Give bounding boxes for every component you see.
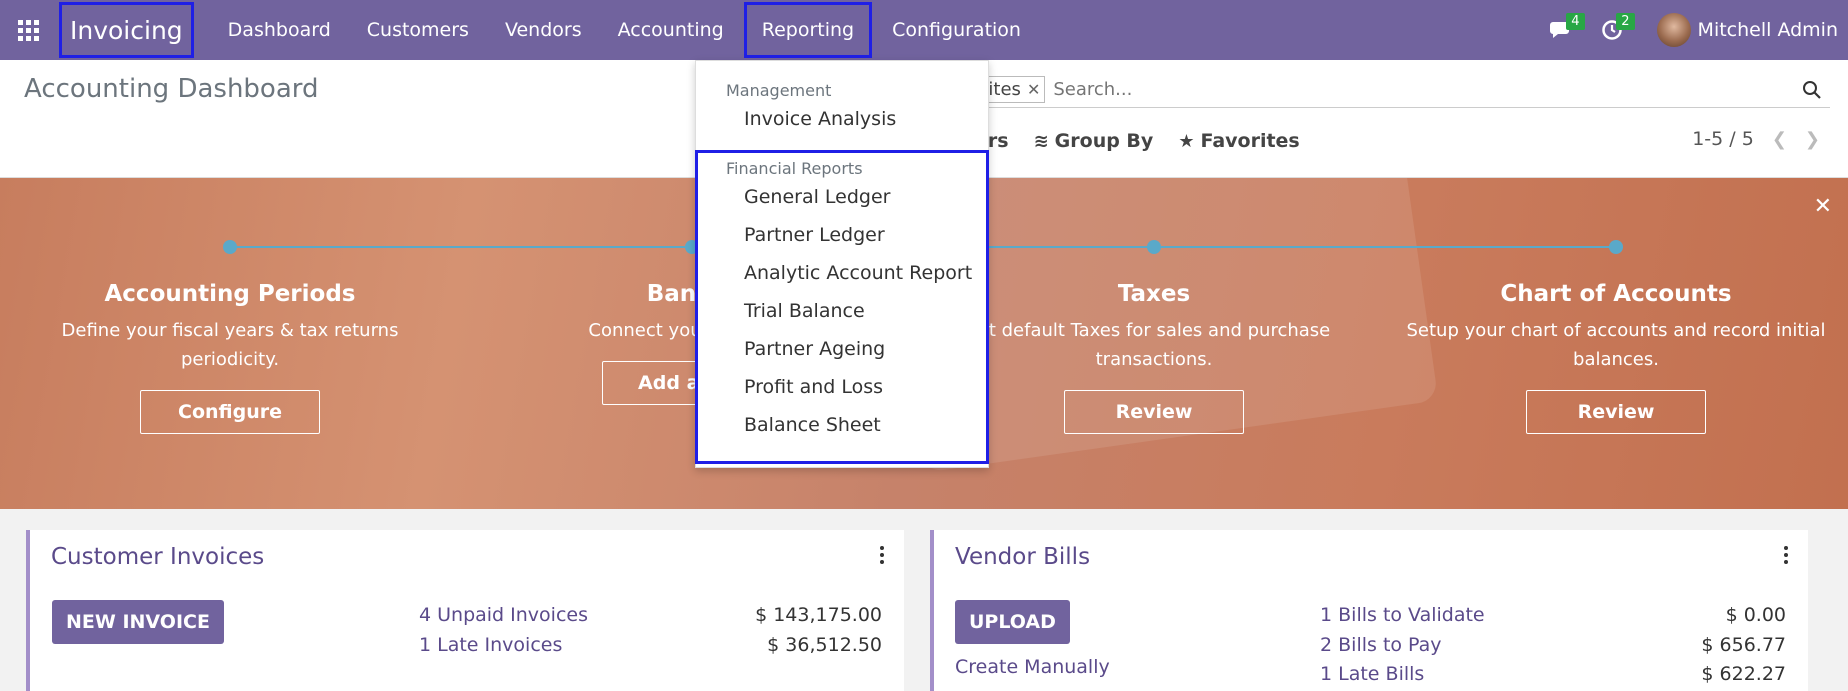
late-bills-amount: $ 622.27: [1701, 663, 1786, 685]
review-taxes-button[interactable]: Review: [1064, 390, 1244, 434]
step-description: et default Taxes for sales and purchase …: [977, 320, 1331, 370]
search-options: ers ≋ Group By ★ Favorites: [975, 130, 1325, 152]
activities-button[interactable]: 2: [1587, 0, 1637, 60]
layers-icon: ≋: [1033, 130, 1049, 152]
review-accounts-button[interactable]: Review: [1526, 390, 1706, 434]
new-invoice-button[interactable]: NEW INVOICE: [52, 600, 224, 644]
step-chart-of-accounts: Chart of Accounts Setup your chart of ac…: [1386, 240, 1846, 434]
step-title: Taxes: [1117, 281, 1191, 307]
pager-previous-icon[interactable]: ❮: [1772, 129, 1787, 150]
search-bar: orites ✕: [965, 72, 1830, 108]
create-manually-link[interactable]: Create Manually: [955, 656, 1110, 678]
step-title: Accounting Periods: [104, 281, 356, 307]
unpaid-invoices-amount: $ 143,175.00: [755, 604, 882, 626]
pager: 1-5 / 5 ❮ ❯: [1692, 128, 1820, 150]
bills-to-validate-link[interactable]: 1 Bills to Validate: [1320, 604, 1485, 626]
late-invoices-link[interactable]: 1 Late Invoices: [419, 634, 562, 656]
menu-dashboard[interactable]: Dashboard: [210, 0, 349, 60]
search-icon[interactable]: [1794, 80, 1830, 100]
search-input[interactable]: [1053, 79, 1794, 100]
card-options-icon[interactable]: [1784, 546, 1788, 564]
step-taxes: Taxes et default Taxes for sales and pur…: [924, 240, 1384, 434]
messages-button[interactable]: 4: [1537, 0, 1587, 60]
card-title[interactable]: Customer Invoices: [51, 544, 264, 570]
reporting-dropdown: Management Invoice Analysis Financial Re…: [695, 60, 989, 468]
group-by-button[interactable]: ≋ Group By: [1034, 130, 1154, 152]
menu-vendors[interactable]: Vendors: [487, 0, 600, 60]
activities-badge: 2: [1616, 13, 1635, 30]
menu-configuration[interactable]: Configuration: [874, 0, 1039, 60]
menu-reporting[interactable]: Reporting: [743, 2, 873, 58]
financial-reports-highlight: [695, 150, 989, 464]
favorites-label: Favorites: [1200, 130, 1300, 152]
messages-badge: 4: [1566, 13, 1585, 30]
late-invoices-amount: $ 36,512.50: [767, 634, 882, 656]
bills-to-validate-amount: $ 0.00: [1725, 604, 1786, 626]
step-description: Setup your chart of accounts and record …: [1406, 320, 1826, 370]
pager-next-icon[interactable]: ❯: [1805, 129, 1820, 150]
step-title: Chart of Accounts: [1500, 281, 1732, 307]
step-accounting-periods: Accounting Periods Define your fiscal ye…: [0, 240, 460, 434]
customer-invoices-card: Customer Invoices NEW INVOICE 4 Unpaid I…: [26, 530, 904, 691]
menu-customers[interactable]: Customers: [349, 0, 487, 60]
star-icon: ★: [1178, 130, 1195, 152]
page-title: Accounting Dashboard: [24, 74, 319, 104]
pager-value[interactable]: 1-5 / 5: [1692, 128, 1754, 150]
favorites-button[interactable]: ★ Favorites: [1178, 130, 1299, 152]
step-description: Define your fiscal years & tax returns p…: [61, 320, 399, 370]
card-title[interactable]: Vendor Bills: [955, 544, 1090, 570]
card-options-icon[interactable]: [880, 546, 884, 564]
apps-menu-icon[interactable]: [0, 0, 56, 60]
late-bills-link[interactable]: 1 Late Bills: [1320, 663, 1424, 685]
navbar-systray: 4 2 Mitchell Admin: [1537, 0, 1848, 60]
user-avatar[interactable]: [1656, 13, 1691, 47]
menu-accounting[interactable]: Accounting: [600, 0, 742, 60]
facet-remove-icon[interactable]: ✕: [1027, 80, 1040, 99]
step-dot: [1609, 240, 1623, 254]
main-menu: Dashboard Customers Vendors Accounting R…: [210, 0, 1039, 60]
step-dot: [223, 240, 237, 254]
management-header: Management: [726, 81, 832, 100]
vendor-bills-card: Vendor Bills UPLOAD Create Manually 1 Bi…: [930, 530, 1808, 691]
step-dot: [1147, 240, 1161, 254]
user-name[interactable]: Mitchell Admin: [1698, 19, 1838, 41]
menu-invoice-analysis[interactable]: Invoice Analysis: [696, 100, 988, 138]
unpaid-invoices-link[interactable]: 4 Unpaid Invoices: [419, 604, 588, 626]
bills-to-pay-link[interactable]: 2 Bills to Pay: [1320, 634, 1442, 656]
bills-to-pay-amount: $ 656.77: [1701, 634, 1786, 656]
group-by-label: Group By: [1054, 130, 1154, 152]
close-icon[interactable]: ✕: [1814, 194, 1832, 219]
upload-button[interactable]: UPLOAD: [955, 600, 1070, 644]
top-navbar: Invoicing Dashboard Customers Vendors Ac…: [0, 0, 1848, 60]
configure-button[interactable]: Configure: [140, 390, 320, 434]
app-brand[interactable]: Invoicing: [59, 2, 194, 58]
